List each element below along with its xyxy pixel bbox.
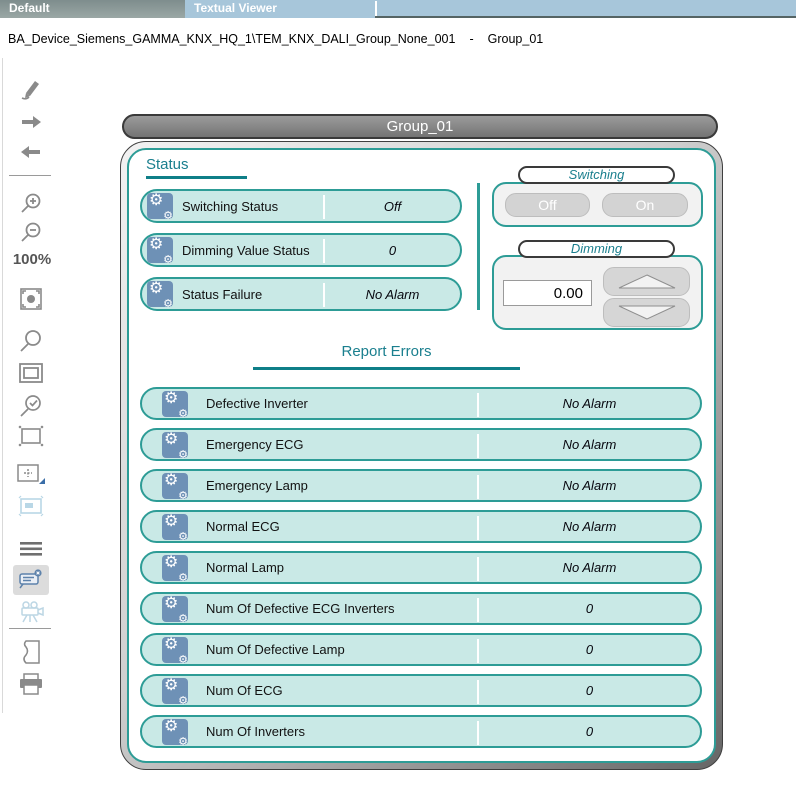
- fit-window-icon[interactable]: [13, 358, 49, 388]
- print-icon[interactable]: [13, 669, 49, 699]
- gear-icon: ⚙⚙: [147, 237, 173, 263]
- toolbar-divider-line: [2, 58, 3, 713]
- fit-center-icon[interactable]: [13, 284, 49, 314]
- report-row-normal-lamp[interactable]: ⚙⚙ Normal Lamp No Alarm: [140, 551, 702, 584]
- report-row-value: No Alarm: [479, 437, 700, 452]
- application-window: Default Textual Viewer BA_Device_Siemens…: [0, 0, 796, 794]
- report-row-value: 0: [479, 683, 700, 698]
- status-row-value: Off: [325, 199, 460, 214]
- comment-hide-icon[interactable]: [13, 565, 49, 595]
- report-row-label: Defective Inverter: [206, 396, 308, 411]
- breadcrumb: BA_Device_Siemens_GAMMA_KNX_HQ_1\TEM_KNX…: [8, 32, 543, 46]
- status-row-label: Status Failure: [182, 287, 262, 302]
- status-row-switching-status[interactable]: ⚙⚙ Switching Status Off: [140, 189, 462, 223]
- status-row-dimming-value-status[interactable]: ⚙⚙ Dimming Value Status 0: [140, 233, 462, 267]
- report-row-normal-ecg[interactable]: ⚙⚙ Normal ECG No Alarm: [140, 510, 702, 543]
- report-row-value: 0: [479, 642, 700, 657]
- report-row-label: Num Of Defective Lamp: [206, 642, 345, 657]
- report-row-num-of-inverters[interactable]: ⚙⚙ Num Of Inverters 0: [140, 715, 702, 748]
- status-row-value: No Alarm: [325, 287, 460, 302]
- zoom-out-icon[interactable]: [13, 218, 49, 248]
- layers-menu-icon[interactable]: [13, 534, 49, 564]
- status-row-label: Dimming Value Status: [182, 243, 310, 258]
- breadcrumb-target: Group_01: [488, 32, 544, 46]
- tab-textual-viewer[interactable]: Textual Viewer: [185, 0, 375, 18]
- gear-icon: ⚙⚙: [162, 596, 188, 622]
- arrow-forward-icon[interactable]: [13, 107, 49, 137]
- zoom-in-icon[interactable]: [13, 189, 49, 219]
- selection-frame-icon[interactable]: [13, 421, 49, 451]
- status-row-value: 0: [325, 243, 460, 258]
- new-page-icon[interactable]: [13, 637, 49, 667]
- breadcrumb-path: BA_Device_Siemens_GAMMA_KNX_HQ_1\TEM_KNX…: [8, 32, 455, 46]
- report-row-value: No Alarm: [479, 519, 700, 534]
- report-row-value: No Alarm: [479, 560, 700, 575]
- camera-icon[interactable]: [13, 597, 49, 627]
- switching-group-label: Switching: [518, 166, 675, 184]
- status-row-status-failure[interactable]: ⚙⚙ Status Failure No Alarm: [140, 277, 462, 311]
- report-errors-underline: [253, 367, 520, 370]
- report-row-value: 0: [479, 724, 700, 739]
- switching-on-button[interactable]: On: [602, 193, 688, 217]
- status-underline: [146, 176, 247, 179]
- report-row-label: Emergency ECG: [206, 437, 304, 452]
- report-row-num-defective-ecg-inverters[interactable]: ⚙⚙ Num Of Defective ECG Inverters 0: [140, 592, 702, 625]
- report-row-label: Num Of Inverters: [206, 724, 305, 739]
- gear-icon: ⚙⚙: [162, 637, 188, 663]
- report-row-label: Normal Lamp: [206, 560, 284, 575]
- report-row-label: Emergency Lamp: [206, 478, 308, 493]
- gear-icon: ⚙⚙: [162, 514, 188, 540]
- report-row-defective-inverter[interactable]: ⚙⚙ Defective Inverter No Alarm: [140, 387, 702, 420]
- report-row-emergency-lamp[interactable]: ⚙⚙ Emergency Lamp No Alarm: [140, 469, 702, 502]
- tab-separator: [375, 1, 377, 16]
- group-title: Group_01: [122, 114, 718, 139]
- toolbar-separator: [9, 628, 51, 629]
- section-divider: [477, 183, 480, 310]
- breadcrumb-dash: -: [469, 32, 473, 46]
- report-row-num-of-ecg[interactable]: ⚙⚙ Num Of ECG 0: [140, 674, 702, 707]
- tab-bar: Default Textual Viewer: [0, 0, 796, 18]
- report-row-num-defective-lamp[interactable]: ⚙⚙ Num Of Defective Lamp 0: [140, 633, 702, 666]
- gear-icon: ⚙⚙: [162, 391, 188, 417]
- tab-default[interactable]: Default: [0, 0, 185, 18]
- gear-icon: ⚙⚙: [147, 193, 173, 219]
- faded-frame-icon[interactable]: [13, 491, 49, 521]
- dimming-value-input[interactable]: [503, 280, 592, 306]
- dimming-increase-button[interactable]: [603, 267, 690, 296]
- gear-icon: ⚙⚙: [162, 678, 188, 704]
- toolbar-separator: [9, 175, 51, 176]
- gear-icon: ⚙⚙: [162, 473, 188, 499]
- search-icon[interactable]: [13, 326, 49, 356]
- search-check-icon[interactable]: [13, 391, 49, 421]
- gear-icon: ⚙⚙: [162, 555, 188, 581]
- align-target-icon[interactable]: [13, 459, 49, 489]
- dimming-decrease-button[interactable]: [603, 298, 690, 327]
- status-row-label: Switching Status: [182, 199, 278, 214]
- status-heading: Status: [146, 156, 189, 173]
- gear-icon: ⚙⚙: [147, 281, 173, 307]
- gear-icon: ⚙⚙: [162, 719, 188, 745]
- report-row-value: No Alarm: [479, 396, 700, 411]
- switching-off-button[interactable]: Off: [505, 193, 590, 217]
- zoom-level-indicator[interactable]: 100%: [8, 251, 56, 268]
- edit-pen-icon[interactable]: [13, 74, 49, 104]
- report-row-label: Normal ECG: [206, 519, 280, 534]
- dimming-group-label: Dimming: [518, 240, 675, 258]
- report-errors-heading: Report Errors: [253, 343, 520, 360]
- arrow-back-icon[interactable]: [13, 137, 49, 167]
- report-row-emergency-ecg[interactable]: ⚙⚙ Emergency ECG No Alarm: [140, 428, 702, 461]
- report-row-label: Num Of ECG: [206, 683, 283, 698]
- report-row-label: Num Of Defective ECG Inverters: [206, 601, 395, 616]
- report-row-value: No Alarm: [479, 478, 700, 493]
- gear-icon: ⚙⚙: [162, 432, 188, 458]
- report-row-value: 0: [479, 601, 700, 616]
